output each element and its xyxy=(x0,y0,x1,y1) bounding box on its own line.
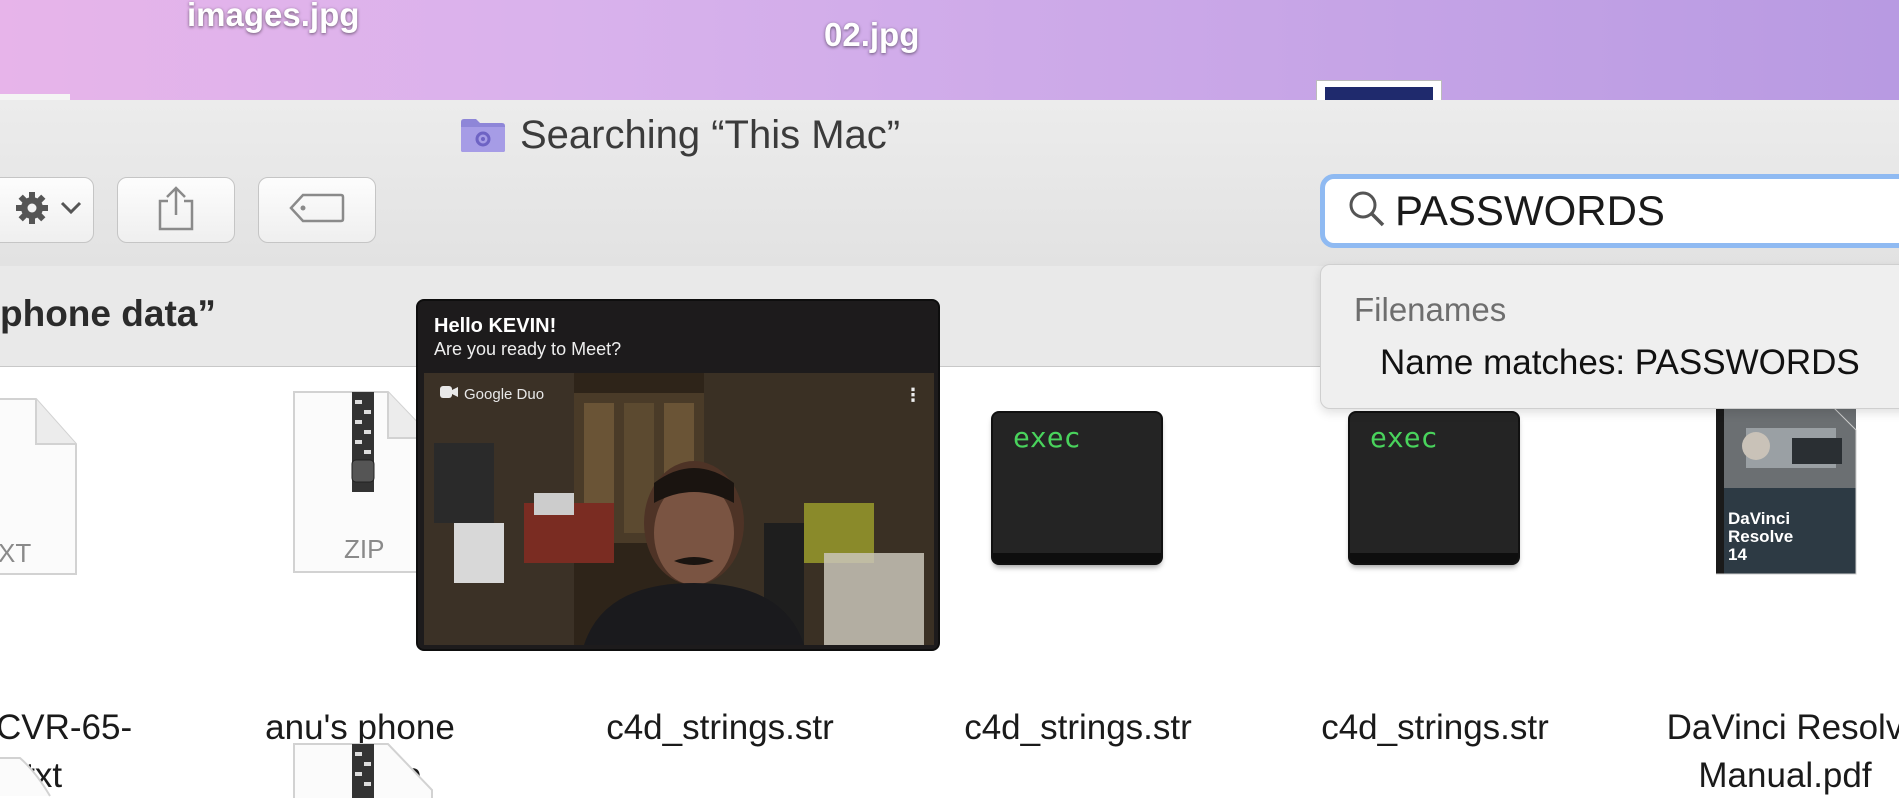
exec-label: exec xyxy=(1013,421,1081,454)
search-input-value[interactable]: PASSWORDS xyxy=(1395,187,1665,235)
suggestion-name-matches[interactable]: Name matches: PASSWORDS xyxy=(1380,343,1860,383)
pdf-cover-title: DaVinci Resolve 14 xyxy=(1728,509,1794,564)
search-field[interactable]: PASSWORDS xyxy=(1320,174,1899,248)
file-type-badge: ZIP xyxy=(344,534,385,564)
file-type-badge: XT xyxy=(0,538,32,568)
file-name[interactable]: c4d_strings.str xyxy=(570,704,870,752)
exec-file-icon[interactable]: exec xyxy=(993,413,1161,563)
duo-brand-label: Google Duo xyxy=(464,385,545,403)
duo-greeting: Hello KEVIN! xyxy=(434,315,557,337)
tag-button[interactable] xyxy=(258,177,376,243)
duo-subtitle: Are you ready to Meet? xyxy=(434,339,622,359)
text-file-icon[interactable]: XT xyxy=(0,396,80,583)
suggestion-header: Filenames xyxy=(1354,291,1507,328)
window-title-text: Searching “This Mac” xyxy=(520,112,901,157)
camera-preview-image xyxy=(424,373,934,645)
finder-window: Searching “This Mac” PASSWORDS phone dat… xyxy=(0,100,1899,798)
chevron-down-icon xyxy=(60,201,82,220)
share-button[interactable] xyxy=(117,177,235,243)
desktop-background: images.jpg 02.jpg xyxy=(0,0,1899,106)
pdf-file-icon[interactable]: DaVinci Resolve 14 xyxy=(1716,407,1858,581)
file-name[interactable]: DaVinci Resolv Manual.pdf xyxy=(1640,704,1899,800)
desktop-file-label[interactable]: 02.jpg xyxy=(824,16,919,54)
file-name[interactable]: c4d_strings.str xyxy=(928,704,1228,752)
tag-icon xyxy=(289,193,345,228)
desktop-file-label[interactable]: images.jpg xyxy=(187,0,359,34)
duo-video-preview[interactable]: Google Duo ⋮ xyxy=(424,373,934,645)
search-icon xyxy=(1347,189,1387,234)
smart-folder-icon xyxy=(460,117,506,153)
duo-logo-icon xyxy=(440,385,458,403)
zip-file-icon[interactable] xyxy=(292,742,434,803)
window-title: Searching “This Mac” xyxy=(460,112,901,157)
zip-file-icon[interactable]: ZIP xyxy=(292,390,434,579)
search-scope-title: phone data” xyxy=(0,293,216,334)
file-name[interactable]: c4d_strings.str xyxy=(1285,704,1585,752)
duo-notification[interactable]: Hello KEVIN! Are you ready to Meet? Goog… xyxy=(416,299,940,651)
exec-label: exec xyxy=(1370,421,1438,454)
share-icon xyxy=(156,185,196,236)
more-options-icon[interactable]: ⋮ xyxy=(904,385,922,406)
exec-file-icon[interactable]: exec xyxy=(1350,413,1518,563)
action-menu-button[interactable] xyxy=(0,177,94,243)
duo-brand: Google Duo xyxy=(440,385,544,403)
text-file-icon[interactable] xyxy=(0,748,66,803)
gear-icon xyxy=(12,188,52,233)
search-suggestions: Filenames Name matches: PASSWORDS xyxy=(1320,264,1899,409)
